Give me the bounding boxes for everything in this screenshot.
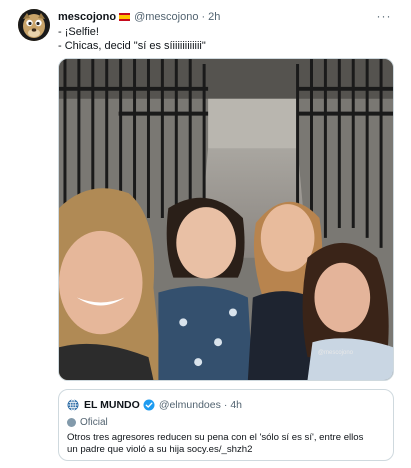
- quoted-tweet-text: Otros tres agresores reducen su pena con…: [67, 432, 389, 456]
- avatar-image: [18, 9, 50, 41]
- official-label: Oficial: [67, 415, 108, 429]
- author-name[interactable]: mescojono: [58, 11, 116, 23]
- quoted-text-line: Otros tres agresores reducen su pena con…: [67, 432, 364, 443]
- globe-icon: [67, 399, 79, 411]
- tweet[interactable]: mescojono @mescojono · 2h ··· - ¡Selfie!…: [0, 0, 411, 468]
- spain-flag-icon: [119, 13, 131, 21]
- tweet-photo[interactable]: @mescojono: [58, 58, 394, 381]
- selfie-image: [59, 59, 393, 380]
- quoted-author-handle[interactable]: @elmundoes: [159, 399, 221, 411]
- quoted-author-name[interactable]: EL MUNDO: [84, 399, 140, 411]
- verified-badge-icon: [143, 399, 155, 411]
- author-avatar[interactable]: [18, 9, 50, 41]
- official-badge-icon: [67, 417, 76, 427]
- header-separator: ·: [201, 11, 206, 23]
- tweet-text: - ¡Selfie! - Chicas, decid "sí es síiiii…: [58, 25, 388, 53]
- more-options-icon[interactable]: ···: [375, 7, 393, 25]
- quoted-timestamp[interactable]: 4h: [230, 399, 242, 411]
- quoted-tweet[interactable]: EL MUNDO @elmundoes · 4h Oficial Otros t…: [58, 389, 394, 461]
- quoted-tweet-header: EL MUNDO @elmundoes · 4h: [67, 398, 242, 412]
- tweet-header: mescojono @mescojono · 2h: [58, 9, 220, 25]
- quoted-text-line: un padre que violó a su hija socy.es/_sh…: [67, 444, 253, 455]
- official-text: Oficial: [80, 416, 108, 428]
- tweet-timestamp[interactable]: 2h: [208, 11, 220, 23]
- quoted-header-separator: ·: [223, 399, 228, 411]
- author-handle[interactable]: @mescojono: [134, 11, 198, 23]
- photo-watermark: @mescojono: [317, 350, 353, 356]
- tweet-text-line: - ¡Selfie!: [58, 26, 99, 38]
- tweet-text-line: - Chicas, decid "sí es síiiiiiiiiiiii": [58, 40, 206, 52]
